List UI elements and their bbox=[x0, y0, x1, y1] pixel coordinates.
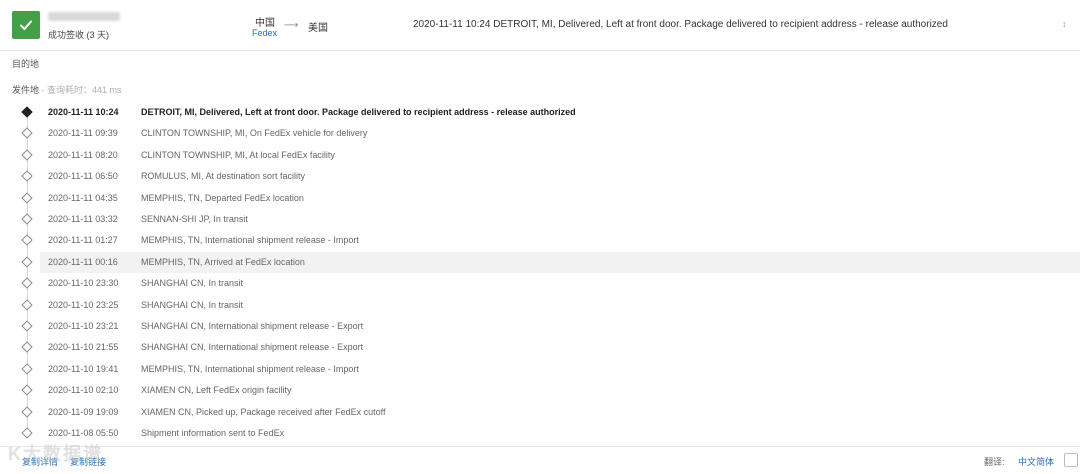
timeline-event-row: 2020-11-11 09:39 CLINTON TOWNSHIP, MI, On… bbox=[21, 123, 1080, 144]
event-description: MEMPHIS, TN, Arrived at FedEx location bbox=[141, 256, 305, 267]
timeline-node-icon bbox=[21, 170, 33, 182]
event-time: 2020-11-08 05:50 bbox=[48, 428, 119, 438]
timeline-node-icon bbox=[21, 427, 33, 439]
timeline-node-icon bbox=[21, 191, 33, 204]
timeline-event-row: 2020-11-09 19:09 XIAMEN CN, Picked up, Pa… bbox=[21, 402, 1080, 423]
timeline-node-icon bbox=[21, 384, 33, 396]
destination-country: 美国 bbox=[308, 23, 328, 34]
event-description: CLINTON TOWNSHIP, MI, At local FedEx fac… bbox=[141, 149, 335, 160]
timeline-node-icon bbox=[21, 106, 33, 118]
event-description: XIAMEN CN, Left FedEx origin facility bbox=[141, 385, 292, 396]
event-time: 2020-11-09 19:09 bbox=[48, 406, 119, 417]
footer-bar: 复制详情 复制链接 翻译: 中文简体 bbox=[0, 446, 1080, 474]
carrier-link[interactable]: Fedex bbox=[252, 28, 277, 38]
delivery-status: 成功签收 (3 天) bbox=[48, 30, 110, 40]
latest-event-summary: 2020-11-11 10:24 DETROIT, MI, Delivered,… bbox=[413, 19, 948, 30]
timeline-event-row: 2020-11-11 00:16 MEMPHIS, TN, Arrived at … bbox=[21, 251, 1080, 273]
event-description: SHANGHAI CN, International shipment rele… bbox=[141, 321, 364, 331]
expand-collapse-icon[interactable]: ↕ bbox=[1062, 19, 1067, 29]
event-description: CLINTON TOWNSHIP, MI, On FedEx vehicle f… bbox=[141, 128, 368, 139]
event-description: ROMULUS, MI, At destination sort facilit… bbox=[141, 171, 306, 182]
event-time: 2020-11-10 19:41 bbox=[48, 363, 119, 374]
timeline-event-row: 2020-11-11 03:32 SENNAN-SHI JP, In transi… bbox=[21, 209, 1080, 230]
timeline-event-row: 2020-11-08 05:50 Shipment information sen… bbox=[21, 423, 1080, 444]
destination-section-label: 目的地 bbox=[12, 59, 40, 69]
event-description: SHANGHAI CN, In transit bbox=[141, 278, 244, 289]
event-description: SHANGHAI CN, In transit bbox=[141, 299, 244, 310]
event-time: 2020-11-11 00:16 bbox=[48, 256, 118, 267]
timeline-event-row: 2020-11-11 01:27 MEMPHIS, TN, Internation… bbox=[21, 230, 1080, 251]
translate-label: 翻译: bbox=[984, 457, 1005, 467]
query-time: - 查询耗时：441 ms bbox=[39, 85, 122, 95]
event-description: SENNAN-SHI JP, In transit bbox=[141, 214, 248, 224]
event-time: 2020-11-11 09:39 bbox=[48, 128, 118, 139]
timeline-event-row: 2020-11-10 02:10 XIAMEN CN, Left FedEx or… bbox=[21, 380, 1080, 401]
origin-country: 中国 bbox=[255, 18, 275, 29]
language-select[interactable]: 中文简体 bbox=[1018, 455, 1054, 468]
timeline-node-icon bbox=[21, 341, 33, 354]
timeline-node-icon bbox=[21, 405, 33, 418]
route-arrow-icon: ⟶ bbox=[284, 20, 299, 31]
timeline-event-row: 2020-11-10 21:55 SHANGHAI CN, Internation… bbox=[21, 337, 1080, 358]
timeline-node-icon bbox=[21, 213, 33, 225]
event-description: SHANGHAI CN, International shipment rele… bbox=[141, 342, 364, 353]
timeline-node-icon bbox=[21, 149, 33, 161]
shipment-summary-header[interactable]: 成功签收 (3 天) 中国 Fedex ⟶ 美国 2020-11-11 10:2… bbox=[0, 0, 1080, 51]
event-description: MEMPHIS, TN, International shipment rele… bbox=[141, 363, 359, 374]
event-time: 2020-11-11 04:35 bbox=[48, 192, 118, 203]
watermark-logo: K大数据谱 bbox=[8, 444, 103, 464]
timeline-node-icon bbox=[21, 277, 33, 289]
timeline-node-icon bbox=[21, 320, 33, 332]
timeline-event-row: 2020-11-11 04:35 MEMPHIS, TN, Departed Fe… bbox=[21, 188, 1080, 209]
timeline-event-row: 2020-11-10 19:41 MEMPHIS, TN, Internation… bbox=[21, 359, 1080, 380]
event-time: 2020-11-11 01:27 bbox=[48, 235, 118, 246]
event-time: 2020-11-10 21:55 bbox=[48, 342, 119, 353]
timeline-event-row: 2020-11-11 06:50 ROMULUS, MI, At destinat… bbox=[21, 166, 1080, 187]
event-time: 2020-11-10 02:10 bbox=[48, 385, 119, 396]
event-time: 2020-11-11 10:24 bbox=[48, 107, 119, 117]
event-description: MEMPHIS, TN, Departed FedEx location bbox=[141, 192, 304, 203]
timeline-node-icon bbox=[21, 363, 33, 375]
timeline-node-icon bbox=[21, 256, 33, 268]
event-time: 2020-11-11 03:32 bbox=[48, 214, 118, 224]
event-description: Shipment information sent to FedEx bbox=[141, 428, 285, 438]
event-description: XIAMEN CN, Picked up, Package received a… bbox=[141, 406, 386, 417]
event-time: 2020-11-11 08:20 bbox=[48, 149, 118, 160]
origin-section-label: 发件地 - 查询耗时：441 ms bbox=[12, 83, 122, 96]
timeline-event-row: 2020-11-11 10:24 DETROIT, MI, Delivered, … bbox=[21, 102, 1080, 123]
timeline-event-row: 2020-11-10 23:30 SHANGHAI CN, In transit bbox=[21, 273, 1080, 294]
timeline-event-row: 2020-11-10 23:25 SHANGHAI CN, In transit bbox=[21, 295, 1080, 316]
event-time: 2020-11-10 23:21 bbox=[48, 321, 119, 331]
language-dropdown-box[interactable] bbox=[1064, 453, 1078, 467]
event-description: MEMPHIS, TN, International shipment rele… bbox=[141, 235, 359, 246]
timeline-event-row: 2020-11-10 23:21 SHANGHAI CN, Internation… bbox=[21, 316, 1080, 337]
tracking-number-redacted bbox=[48, 12, 120, 21]
event-description: DETROIT, MI, Delivered, Left at front do… bbox=[141, 107, 576, 117]
event-time: 2020-11-10 23:30 bbox=[48, 278, 119, 289]
origin-label: 发件地 bbox=[12, 85, 40, 95]
timeline-event-row: 2020-11-11 08:20 CLINTON TOWNSHIP, MI, At… bbox=[21, 145, 1080, 166]
timeline-node-icon bbox=[21, 298, 33, 311]
timeline-node-icon bbox=[21, 127, 33, 140]
delivered-check-icon bbox=[12, 11, 40, 39]
timeline-node-icon bbox=[21, 234, 33, 247]
event-time: 2020-11-11 06:50 bbox=[48, 171, 118, 182]
event-time: 2020-11-10 23:25 bbox=[48, 299, 119, 310]
